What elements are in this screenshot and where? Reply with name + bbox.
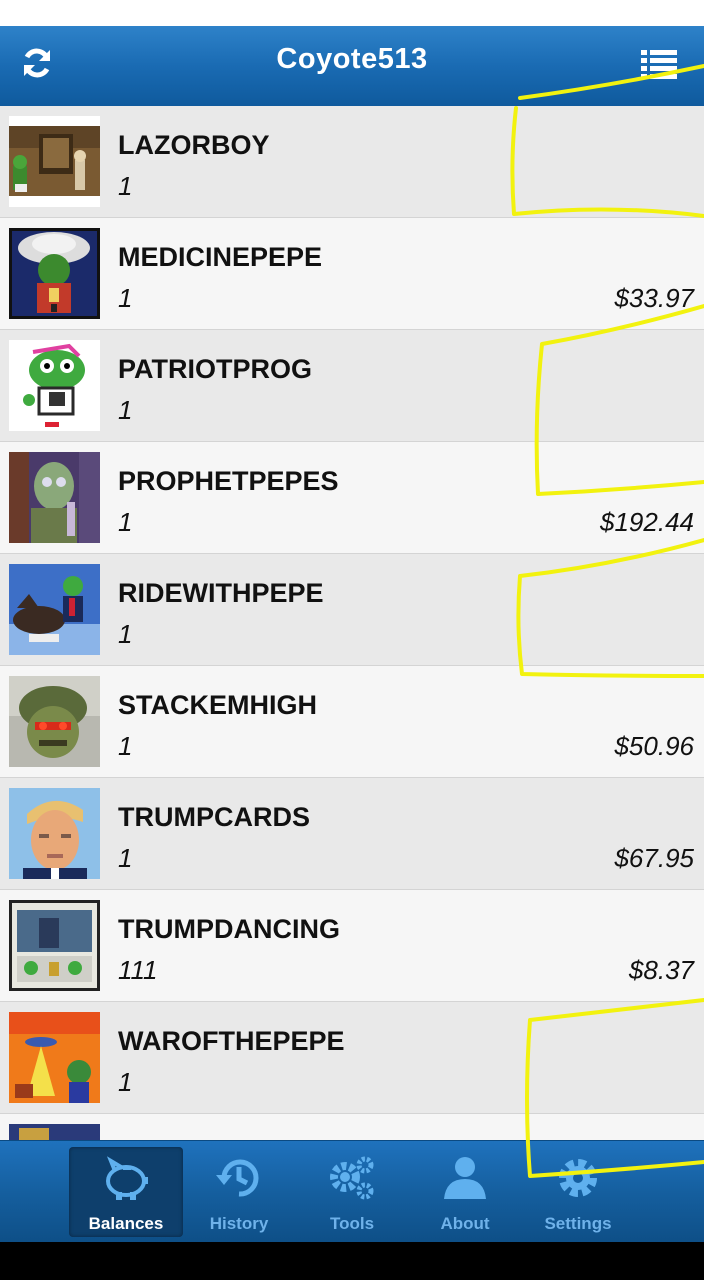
list-menu-icon[interactable] [640,48,678,80]
balance-row-prophetpepes[interactable]: PROPHETPEPES 1 $192.44 [0,442,704,554]
token-thumbnail-image [9,1012,100,1103]
piggy-bank-icon [106,1156,148,1200]
token-name: PATRIOTPROG [118,354,312,384]
token-thumbnail-image [9,228,100,319]
header-bar: Coyote513 [0,26,704,107]
token-name: MEDICINEPEPE [118,242,323,272]
wallet-title: Coyote513 [276,43,428,75]
person-icon [444,1157,486,1199]
balance-row-stackemhigh[interactable]: STACKEMHIGH 1 $50.96 [0,666,704,778]
token-thumbnail-image [9,116,100,207]
balance-row-trumpdancing[interactable]: TRUMPDANCING 111 $8.37 [0,890,704,1002]
token-name: STACKEMHIGH [118,690,317,720]
bottom-tab-bar: Balances History Tools About Settings [0,1140,704,1243]
token-name: TRUMPCARDS [118,802,310,832]
token-thumbnail-image [9,788,100,879]
tab-label: History [209,1214,269,1233]
token-thumbnail-image [9,564,100,655]
balance-row-trumpcards[interactable]: TRUMPCARDS 1 $67.95 [0,778,704,890]
token-name: RIDEWITHPEPE [118,578,324,608]
balance-row-partial[interactable] [0,1114,704,1140]
token-quantity: 1 [118,395,133,425]
gears-icon [330,1156,374,1200]
token-name: LAZORBOY [118,130,270,160]
token-value: $8.37 [628,955,694,985]
token-quantity: 111 [118,955,158,985]
balance-row-warofthepepe[interactable]: WAROFTHEPEPE 1 [0,1002,704,1114]
token-value: $192.44 [600,507,694,537]
balance-row-medicinepepe[interactable]: MEDICINEPEPE 1 $33.97 [0,218,704,330]
gear-icon [559,1159,597,1197]
balance-row-patriotprog[interactable]: PATRIOTPROG 1 [0,330,704,442]
tab-label: Tools [329,1214,375,1233]
tab-about[interactable]: About [408,1147,522,1237]
balances-list[interactable]: LAZORBOY 1 MEDICINEPEPE 1 $33.97 PATRIOT… [0,106,704,1140]
token-thumbnail-image [9,1124,100,1140]
token-quantity: 1 [118,171,133,201]
token-thumbnail-image [9,452,100,543]
tab-label: About [440,1214,490,1233]
balance-row-ridewithpepe[interactable]: RIDEWITHPEPE 1 [0,554,704,666]
bottom-bezel [0,1242,704,1280]
token-quantity: 1 [118,731,133,761]
token-quantity: 1 [118,619,133,649]
token-value: $67.95 [614,843,694,873]
token-quantity: 1 [118,1067,133,1097]
balance-row-lazorboy[interactable]: LAZORBOY 1 [0,106,704,218]
tab-history[interactable]: History [182,1147,296,1237]
tab-label: Balances [88,1214,164,1233]
token-thumbnail-image [9,340,100,431]
tab-balances[interactable]: Balances [69,1147,183,1237]
token-quantity: 1 [118,843,133,873]
token-thumbnail-image [9,900,100,991]
token-quantity: 1 [118,283,133,313]
token-value: $50.96 [614,731,694,761]
token-name: PROPHETPEPES [118,466,339,496]
token-quantity: 1 [118,507,133,537]
history-icon [216,1159,259,1197]
tab-label: Settings [544,1214,612,1233]
token-name: TRUMPDANCING [118,914,340,944]
tab-settings[interactable]: Settings [521,1147,635,1237]
token-thumbnail-image [9,676,100,767]
token-value: $33.97 [614,283,694,313]
tab-tools[interactable]: Tools [295,1147,409,1237]
status-bar [0,0,704,26]
token-name: WAROFTHEPEPE [118,1026,345,1056]
